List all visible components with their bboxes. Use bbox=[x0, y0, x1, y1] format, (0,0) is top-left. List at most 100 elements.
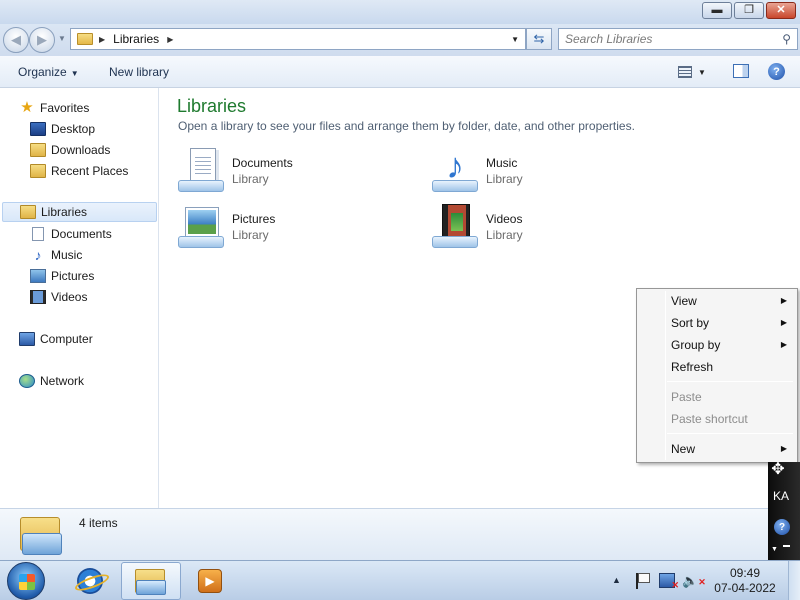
page-subtitle: Open a library to see your files and arr… bbox=[178, 119, 635, 133]
clock[interactable]: 09:49 07-04-2022 bbox=[712, 566, 778, 596]
address-bar[interactable]: ▶ Libraries ▶ ▼ bbox=[70, 28, 526, 50]
help-icon: ? bbox=[773, 65, 780, 78]
menu-item-refresh[interactable]: Refresh bbox=[639, 356, 795, 378]
address-row: ◀ ▶ ▼ ▶ Libraries ▶ ▼ ⇆ ⚲ bbox=[0, 24, 800, 56]
taskbar: ▶ ▲ 🔈✕ 09:49 07-04-2022 bbox=[0, 560, 800, 600]
menu-item-sort-by[interactable]: Sort by ▶ bbox=[639, 312, 795, 334]
nav-item-network[interactable]: Network bbox=[19, 371, 157, 391]
menu-item-group-by[interactable]: Group by ▶ bbox=[639, 334, 795, 356]
nav-item-label: Music bbox=[51, 248, 83, 262]
clock-date: 07-04-2022 bbox=[714, 581, 776, 595]
taskbar-media-player[interactable]: ▶ bbox=[180, 562, 240, 600]
nav-item-desktop[interactable]: Desktop bbox=[30, 119, 158, 139]
language-bar: ✥ KA ? ▼ bbox=[768, 462, 800, 560]
close-icon: ✕ bbox=[776, 4, 786, 16]
downloads-folder-icon bbox=[30, 143, 46, 157]
film-strip-icon bbox=[30, 290, 46, 304]
recent-pages-dropdown-icon[interactable]: ▼ bbox=[58, 34, 66, 43]
help-button[interactable]: ? bbox=[768, 63, 785, 80]
close-button[interactable]: ✕ bbox=[766, 2, 796, 19]
title-bar: ▬ ❐ ✕ bbox=[0, 0, 800, 24]
volume-muted-icon[interactable]: 🔈✕ bbox=[682, 573, 706, 589]
breadcrumb-separator-icon[interactable]: ▶ bbox=[99, 35, 105, 44]
menu-item-label: Paste bbox=[671, 390, 702, 404]
nav-item-downloads[interactable]: Downloads bbox=[30, 140, 158, 160]
item-count: 4 items bbox=[79, 516, 118, 530]
nav-item-libraries[interactable]: Libraries bbox=[2, 202, 157, 222]
search-box[interactable]: ⚲ bbox=[558, 28, 798, 50]
show-desktop-button[interactable] bbox=[788, 561, 800, 600]
taskbar-internet-explorer[interactable] bbox=[60, 562, 120, 600]
minimize-icon: ▬ bbox=[711, 4, 723, 16]
help-icon[interactable]: ? bbox=[774, 519, 790, 535]
menu-item-new[interactable]: New ▶ bbox=[639, 438, 795, 460]
menu-separator bbox=[667, 381, 793, 382]
pictures-icon bbox=[30, 269, 46, 283]
library-tile-pictures[interactable]: Pictures Library bbox=[178, 202, 418, 256]
libraries-folder-icon bbox=[18, 513, 64, 555]
new-library-button[interactable]: New library bbox=[109, 65, 169, 79]
nav-item-pictures[interactable]: Pictures bbox=[30, 266, 158, 286]
breadcrumb-libraries[interactable]: Libraries bbox=[113, 32, 159, 46]
nav-item-favorites[interactable]: ★ Favorites bbox=[19, 98, 157, 118]
nav-item-computer[interactable]: Computer bbox=[19, 329, 157, 349]
menu-item-view[interactable]: View ▶ bbox=[639, 290, 795, 312]
music-library-icon: ♪ bbox=[432, 146, 480, 194]
address-dropdown-icon[interactable]: ▼ bbox=[511, 35, 519, 44]
recent-places-icon bbox=[30, 164, 46, 178]
command-bar: Organize ▼ New library ▼ ? bbox=[0, 56, 800, 88]
back-button[interactable]: ◀ bbox=[3, 27, 29, 53]
submenu-arrow-icon: ▶ bbox=[780, 340, 787, 349]
internet-explorer-icon bbox=[77, 568, 103, 594]
nav-item-label: Computer bbox=[40, 332, 93, 346]
navigation-pane: ★ Favorites Desktop Downloads Recent Plac… bbox=[0, 88, 159, 508]
library-kind: Library bbox=[232, 228, 269, 242]
windows-logo-icon bbox=[19, 574, 35, 590]
chevron-down-icon: ▼ bbox=[698, 67, 706, 77]
nav-item-recent-places[interactable]: Recent Places bbox=[30, 161, 158, 181]
libraries-icon bbox=[20, 205, 36, 219]
library-kind: Library bbox=[486, 228, 523, 242]
videos-library-icon bbox=[432, 202, 480, 250]
options-dropdown-icon[interactable]: ▼ bbox=[771, 546, 778, 553]
back-arrow-icon: ◀ bbox=[11, 32, 21, 47]
explorer-folder-icon bbox=[135, 567, 167, 595]
action-center-flag-icon[interactable] bbox=[636, 573, 650, 589]
network-globe-icon bbox=[19, 374, 35, 388]
forward-button[interactable]: ▶ bbox=[29, 27, 55, 53]
maximize-button[interactable]: ❐ bbox=[734, 2, 764, 19]
preview-pane-button[interactable] bbox=[733, 64, 749, 78]
language-indicator[interactable]: KA bbox=[773, 489, 789, 503]
libraries-folder-icon bbox=[77, 33, 93, 45]
organize-label: Organize bbox=[18, 65, 67, 79]
minimize-button[interactable]: ▬ bbox=[702, 2, 732, 19]
taskbar-windows-explorer[interactable] bbox=[121, 562, 181, 600]
maximize-icon: ❐ bbox=[744, 4, 754, 16]
music-note-icon: ♪ bbox=[34, 247, 42, 263]
search-icon[interactable]: ⚲ bbox=[782, 32, 791, 46]
start-button[interactable] bbox=[7, 562, 45, 600]
show-hidden-icons-icon[interactable]: ▲ bbox=[612, 575, 621, 585]
network-disconnected-icon[interactable] bbox=[659, 573, 679, 591]
search-input[interactable] bbox=[565, 32, 765, 46]
library-tile-videos[interactable]: Videos Library bbox=[432, 202, 672, 256]
organize-button[interactable]: Organize ▼ bbox=[18, 65, 79, 79]
nav-item-videos[interactable]: Videos bbox=[30, 287, 158, 307]
menu-item-label: Group by bbox=[671, 338, 721, 352]
library-name: Videos bbox=[486, 212, 523, 226]
minimize-language-bar-icon[interactable] bbox=[783, 545, 790, 547]
change-view-button[interactable]: ▼ bbox=[678, 64, 712, 80]
chevron-down-icon: ▼ bbox=[70, 69, 79, 78]
nav-item-music[interactable]: ♪ Music bbox=[30, 245, 158, 265]
refresh-button[interactable]: ⇆ bbox=[526, 28, 552, 50]
views-icon bbox=[678, 66, 692, 78]
move-handle-icon[interactable]: ✥ bbox=[770, 462, 786, 478]
forward-arrow-icon: ▶ bbox=[37, 32, 47, 47]
nav-item-documents[interactable]: Documents bbox=[30, 224, 158, 244]
breadcrumb-separator-icon[interactable]: ▶ bbox=[167, 35, 173, 44]
library-name: Pictures bbox=[232, 212, 276, 226]
library-name: Documents bbox=[232, 156, 293, 170]
library-tile-documents[interactable]: Documents Library bbox=[178, 146, 418, 200]
menu-item-label: Sort by bbox=[671, 316, 710, 330]
library-tile-music[interactable]: ♪ Music Library bbox=[432, 146, 672, 200]
